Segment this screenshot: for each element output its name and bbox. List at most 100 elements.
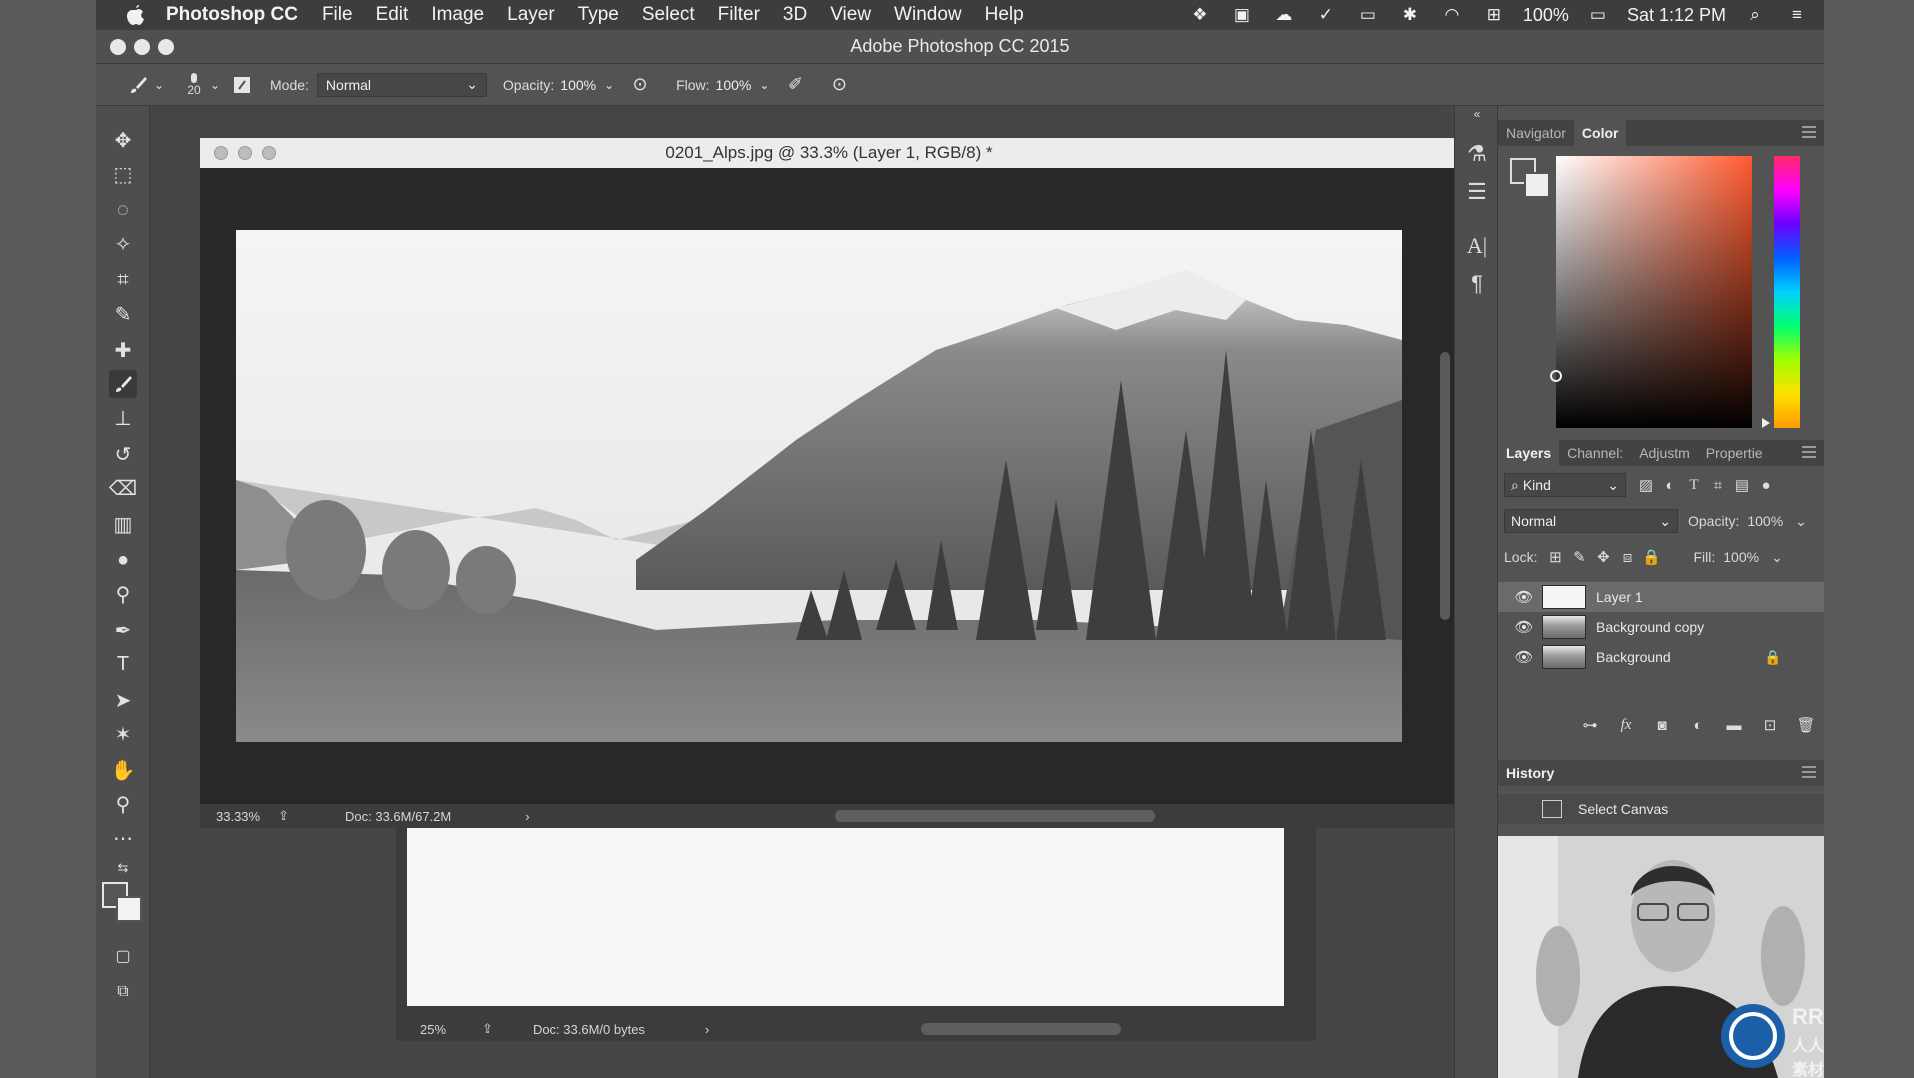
tab-history[interactable]: History [1498, 760, 1562, 786]
filter-shape-icon[interactable]: ⌗ [1706, 473, 1730, 497]
shape-tool-icon[interactable]: ✶ [109, 720, 137, 748]
adjustment-layer-icon[interactable]: ◐ [1686, 713, 1710, 737]
layer-style-fx-icon[interactable]: fx [1614, 713, 1638, 737]
panel-menu-icon[interactable] [1802, 446, 1816, 458]
tab-channels[interactable]: Channel: [1559, 440, 1631, 466]
lasso-tool-icon[interactable]: ◌ [109, 196, 137, 224]
blend-mode-select[interactable]: Normal ⌄ [1504, 509, 1678, 533]
brush-preset-icon[interactable] [124, 71, 152, 99]
document-tab[interactable]: 0201_Alps.jpg @ 33.3% (Layer 1, RGB/8) * [200, 138, 1458, 168]
swap-colors-icon[interactable]: ⇆ [109, 854, 137, 882]
bluetooth-icon[interactable]: ✱ [1397, 5, 1423, 25]
horizontal-scrollbar[interactable] [835, 810, 1155, 822]
minimize-window-button[interactable] [134, 39, 150, 55]
filter-smart-object-icon[interactable]: ▤ [1730, 473, 1754, 497]
layer-lock-icon[interactable]: 🔒 [1764, 649, 1781, 666]
brush-panel-toggle-icon[interactable] [228, 71, 256, 99]
zoom-field[interactable]: 33.33% [216, 809, 260, 824]
history-item[interactable]: Select Canvas [1498, 794, 1824, 824]
lock-all-icon[interactable]: 🔒 [1639, 545, 1663, 569]
spotlight-search-icon[interactable]: ⌕ [1742, 5, 1768, 25]
tab-color[interactable]: Color [1573, 120, 1627, 146]
checkmark-icon[interactable]: ✓ [1313, 5, 1339, 25]
doc2-zoom-field[interactable]: 25% [420, 1022, 446, 1037]
screen-mode-icon[interactable]: ⧉ [109, 978, 137, 1006]
creative-cloud-icon[interactable]: ☁ [1271, 5, 1297, 25]
dodge-tool-icon[interactable]: ⚲ [109, 580, 137, 608]
hand-tool-icon[interactable]: ✋ [109, 756, 137, 784]
move-tool-icon[interactable]: ✥ [109, 126, 137, 154]
blur-tool-icon[interactable]: ● [109, 546, 137, 574]
gradient-tool-icon[interactable]: ▥ [109, 510, 137, 538]
panel-menu-icon[interactable] [1802, 126, 1816, 138]
chevron-down-icon[interactable]: ⌄ [1795, 513, 1807, 530]
menu-layer[interactable]: Layer [507, 4, 555, 26]
vertical-scrollbar[interactable] [1440, 352, 1450, 620]
fill-field[interactable]: 100% [1723, 549, 1759, 565]
menu-filter[interactable]: Filter [718, 4, 760, 26]
notification-center-icon[interactable]: ≡ [1784, 5, 1810, 25]
chevron-down-icon[interactable]: ⌄ [757, 71, 771, 99]
quick-mask-icon[interactable]: ▢ [109, 942, 137, 970]
crop-tool-icon[interactable]: ⌗ [109, 266, 137, 294]
close-window-button[interactable] [110, 39, 126, 55]
pressure-opacity-icon[interactable]: ⊙ [626, 71, 654, 99]
zoom-tool-icon[interactable]: ⚲ [109, 790, 137, 818]
lock-position-icon[interactable]: ✥ [1591, 545, 1615, 569]
zoom-document-button[interactable] [262, 146, 276, 160]
panel-menu-icon[interactable] [1802, 766, 1816, 778]
collapse-arrows-icon[interactable]: « [1463, 106, 1491, 122]
airplay-icon[interactable]: ▭ [1355, 5, 1381, 25]
brush-panel-icon[interactable]: ⚗ [1463, 140, 1491, 168]
visibility-eye-icon[interactable]: 👁 [1514, 649, 1534, 666]
filter-toggle-icon[interactable]: ● [1754, 473, 1778, 497]
menu-type[interactable]: Type [578, 4, 619, 26]
visibility-eye-icon[interactable]: 👁 [1514, 589, 1534, 606]
tab-layers[interactable]: Layers [1498, 440, 1560, 466]
minimize-document-button[interactable] [238, 146, 252, 160]
canvas-image[interactable] [236, 230, 1402, 742]
marquee-tool-icon[interactable]: ⬚ [109, 160, 137, 188]
healing-brush-tool-icon[interactable]: ✚ [109, 336, 137, 364]
doc2-horizontal-scrollbar[interactable] [921, 1023, 1121, 1035]
filter-type-icon[interactable]: T [1682, 473, 1706, 497]
menu-3d[interactable]: 3D [783, 4, 807, 26]
chevron-down-icon[interactable]: ⌄ [1771, 549, 1783, 566]
menu-help[interactable]: Help [985, 4, 1024, 26]
chevron-right-icon[interactable]: › [705, 1022, 709, 1037]
zoom-window-button[interactable] [158, 39, 174, 55]
share-icon[interactable]: ⇪ [482, 1021, 493, 1037]
brush-size-picker[interactable]: 20 [180, 72, 208, 97]
new-layer-icon[interactable]: ⊡ [1758, 713, 1782, 737]
eraser-tool-icon[interactable]: ⌫ [109, 474, 137, 502]
close-document-button[interactable] [214, 146, 228, 160]
battery-icon[interactable]: ▭ [1585, 5, 1611, 25]
new-group-icon[interactable]: ▬ [1722, 713, 1746, 737]
add-mask-icon[interactable]: ◙ [1650, 713, 1674, 737]
tab-adjustments[interactable]: Adjustm [1631, 440, 1698, 466]
history-brush-tool-icon[interactable]: ↺ [109, 440, 137, 468]
pen-tool-icon[interactable]: ✒ [109, 616, 137, 644]
document-2-canvas[interactable] [407, 826, 1284, 1006]
magic-wand-tool-icon[interactable]: ✧ [109, 230, 137, 258]
lock-artboard-icon[interactable]: ⧈ [1615, 545, 1639, 569]
link-layers-icon[interactable]: ⊶ [1578, 713, 1602, 737]
lock-image-icon[interactable]: ✎ [1567, 545, 1591, 569]
tab-properties[interactable]: Propertie [1698, 440, 1771, 466]
share-icon[interactable]: ⇪ [278, 808, 289, 824]
type-tool-icon[interactable]: T [109, 650, 137, 678]
menu-edit[interactable]: Edit [376, 4, 409, 26]
character-panel-icon[interactable]: A| [1463, 232, 1491, 260]
eyedropper-tool-icon[interactable]: ✎ [109, 300, 137, 328]
menu-window[interactable]: Window [894, 4, 962, 26]
apple-icon[interactable] [122, 2, 148, 28]
layer-row[interactable]: 👁 Background 🔒 [1498, 642, 1824, 672]
menu-image[interactable]: Image [431, 4, 484, 26]
airbrush-icon[interactable]: ✐ [781, 71, 809, 99]
paragraph-panel-icon[interactable]: ¶ [1463, 270, 1491, 298]
layer-row[interactable]: 👁 Background copy [1498, 612, 1824, 642]
more-tools-icon[interactable]: ⋯ [109, 824, 137, 852]
dropbox-icon[interactable]: ❖ [1187, 5, 1213, 25]
tab-navigator[interactable]: Navigator [1498, 120, 1574, 146]
filter-pixel-icon[interactable]: ▨ [1634, 473, 1658, 497]
